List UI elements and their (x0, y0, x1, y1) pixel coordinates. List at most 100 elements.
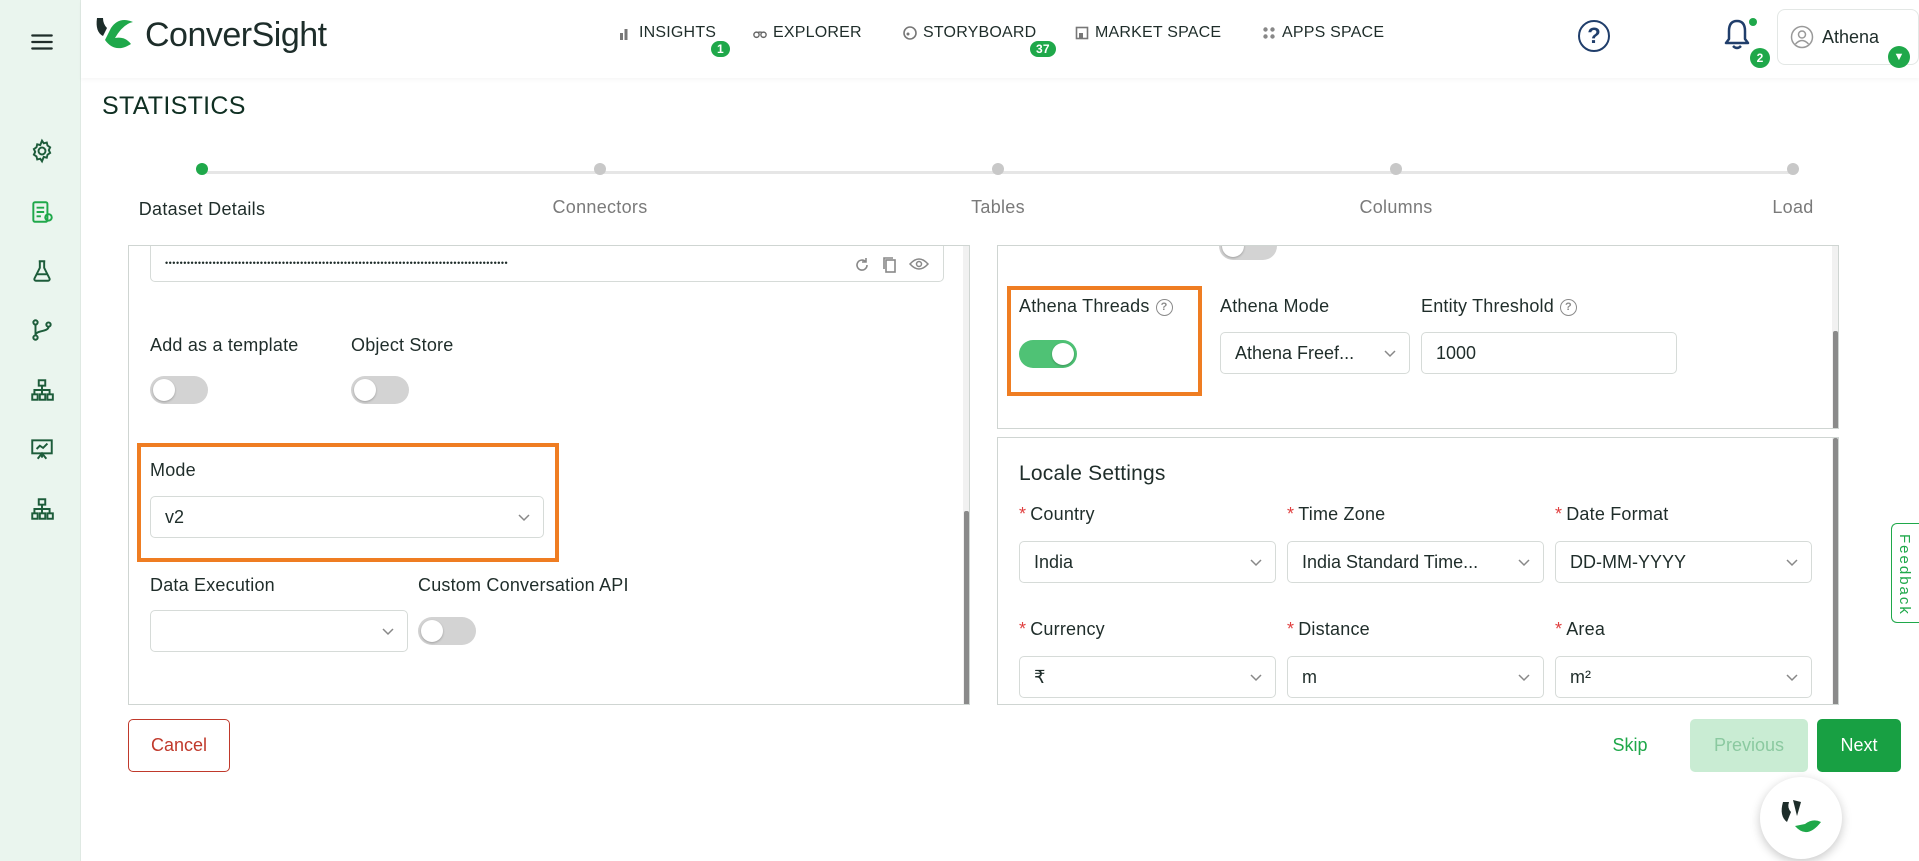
branch-icon[interactable] (28, 316, 56, 344)
lab-flask-icon[interactable] (28, 257, 56, 285)
nav-market-space[interactable]: MARKET SPACE (1075, 24, 1221, 42)
feedback-tab[interactable]: Feedback (1891, 523, 1919, 623)
logo-mark-icon (96, 18, 133, 49)
scrollbar[interactable] (963, 246, 969, 704)
step-label: Dataset Details (138, 199, 266, 219)
currency-label-text: Currency (1030, 619, 1105, 639)
step-dot (196, 163, 208, 175)
currency-value: ₹ (1034, 666, 1046, 687)
chevron-down-icon (1384, 350, 1396, 358)
presentation-icon[interactable] (28, 435, 56, 463)
nav-label: EXPLORER (773, 24, 862, 41)
scrollbar-thumb[interactable] (964, 511, 969, 704)
currency-label: * Currency (1019, 619, 1105, 640)
chevron-down-icon (1786, 559, 1798, 567)
step-dot (1787, 163, 1799, 175)
entity-threshold-value: 1000 (1436, 342, 1477, 363)
settings-gear-icon[interactable] (28, 137, 56, 165)
toggle-knob (1222, 246, 1244, 257)
step-label: Load (1772, 197, 1814, 217)
step-columns[interactable]: Columns (1326, 163, 1466, 218)
timezone-select[interactable]: India Standard Time... (1287, 541, 1544, 583)
brand-name: ConverSight (145, 15, 327, 54)
entity-threshold-input[interactable]: 1000 (1421, 332, 1677, 374)
step-label: Tables (971, 197, 1025, 217)
required-asterisk: * (1555, 504, 1563, 524)
skip-button[interactable]: Skip (1600, 719, 1660, 772)
help-icon[interactable]: ? (1578, 20, 1610, 52)
area-value: m² (1570, 666, 1591, 687)
refresh-icon[interactable] (853, 256, 871, 274)
nav-label: INSIGHTS (639, 24, 717, 41)
athena-threads-highlight-box (1007, 286, 1202, 396)
hierarchy-icon[interactable] (28, 376, 56, 404)
cancel-button[interactable]: Cancel (128, 719, 230, 772)
scrollbar-thumb[interactable] (1833, 438, 1838, 704)
required-asterisk: * (1555, 619, 1563, 639)
info-question-icon[interactable]: ? (1559, 298, 1577, 316)
next-button[interactable]: Next (1817, 719, 1901, 772)
locale-settings-panel: Locale Settings * Country India * Time Zon… (997, 437, 1839, 705)
apps-grid-icon (1263, 27, 1275, 39)
hamburger-menu-icon[interactable] (28, 28, 56, 56)
step-tables[interactable]: Tables (928, 163, 1068, 218)
required-asterisk: * (1287, 619, 1295, 639)
date-format-select[interactable]: DD-MM-YYYY (1555, 541, 1812, 583)
scrollbar[interactable] (1832, 246, 1838, 428)
scrollbar-thumb[interactable] (1833, 331, 1838, 428)
nav-storyboard[interactable]: STORYBOARD 37 (903, 24, 1056, 57)
copy-icon[interactable] (882, 256, 898, 274)
data-execution-select[interactable] (150, 610, 408, 652)
athena-mode-value: Athena Freef... (1235, 342, 1355, 363)
nav-apps-space[interactable]: APPS SPACE (1262, 24, 1384, 42)
step-connectors[interactable]: Connectors (530, 163, 670, 218)
entity-threshold-text: Entity Threshold (1421, 296, 1554, 316)
eye-icon[interactable] (909, 257, 929, 271)
chat-assistant-button[interactable] (1760, 777, 1842, 859)
chevron-down-icon (1786, 674, 1798, 682)
distance-select[interactable]: m (1287, 656, 1544, 698)
date-format-value: DD-MM-YYYY (1570, 551, 1686, 572)
insights-badge: 1 (711, 41, 730, 57)
notification-bell-icon[interactable] (1722, 18, 1752, 52)
object-store-toggle[interactable] (351, 376, 409, 404)
conversight-logo[interactable]: ConverSight (93, 14, 327, 56)
distance-label: * Distance (1287, 619, 1370, 640)
password-field[interactable]: ••••••••••••••••••••••••••••••••••••••••… (150, 246, 944, 282)
chevron-down-icon (1518, 559, 1530, 567)
storyboard-badge: 37 (1030, 41, 1056, 57)
bar-chart-icon (620, 29, 628, 40)
user-name: Athena (1822, 26, 1880, 47)
step-label: Columns (1359, 197, 1433, 217)
nav-label: STORYBOARD (923, 24, 1037, 41)
user-dropdown-caret-icon[interactable]: ▼ (1888, 46, 1910, 68)
dataset-report-icon[interactable] (28, 198, 56, 226)
country-label-text: Country (1030, 504, 1095, 524)
nav-label: APPS SPACE (1282, 24, 1385, 41)
scrollbar[interactable] (1832, 438, 1838, 704)
mode-highlight-box (137, 443, 559, 562)
add-template-toggle[interactable] (150, 376, 208, 404)
date-format-label-text: Date Format (1566, 504, 1669, 524)
previous-button[interactable]: Previous (1690, 719, 1808, 772)
notification-dot (1749, 18, 1757, 26)
step-load[interactable]: Load (1723, 163, 1863, 218)
locale-settings-title: Locale Settings (1019, 462, 1166, 485)
area-select[interactable]: m² (1555, 656, 1812, 698)
user-avatar-icon (1790, 25, 1814, 49)
partial-toggle[interactable] (1219, 246, 1277, 260)
country-select[interactable]: India (1019, 541, 1276, 583)
athena-mode-select[interactable]: Athena Freef... (1220, 332, 1410, 374)
custom-api-toggle[interactable] (418, 617, 476, 645)
area-label: * Area (1555, 619, 1605, 640)
currency-select[interactable]: ₹ (1019, 656, 1276, 698)
palette-icon (903, 26, 917, 40)
add-template-label: Add as a template (150, 335, 299, 355)
step-dataset-details[interactable]: Dataset Details (132, 163, 272, 220)
org-chart-icon[interactable] (28, 495, 56, 523)
nav-explorer[interactable]: EXPLORER (753, 24, 862, 42)
timezone-label: * Time Zone (1287, 504, 1385, 525)
nav-insights[interactable]: INSIGHTS 1 (619, 24, 730, 57)
object-store-label: Object Store (351, 335, 454, 355)
required-asterisk: * (1019, 619, 1027, 639)
